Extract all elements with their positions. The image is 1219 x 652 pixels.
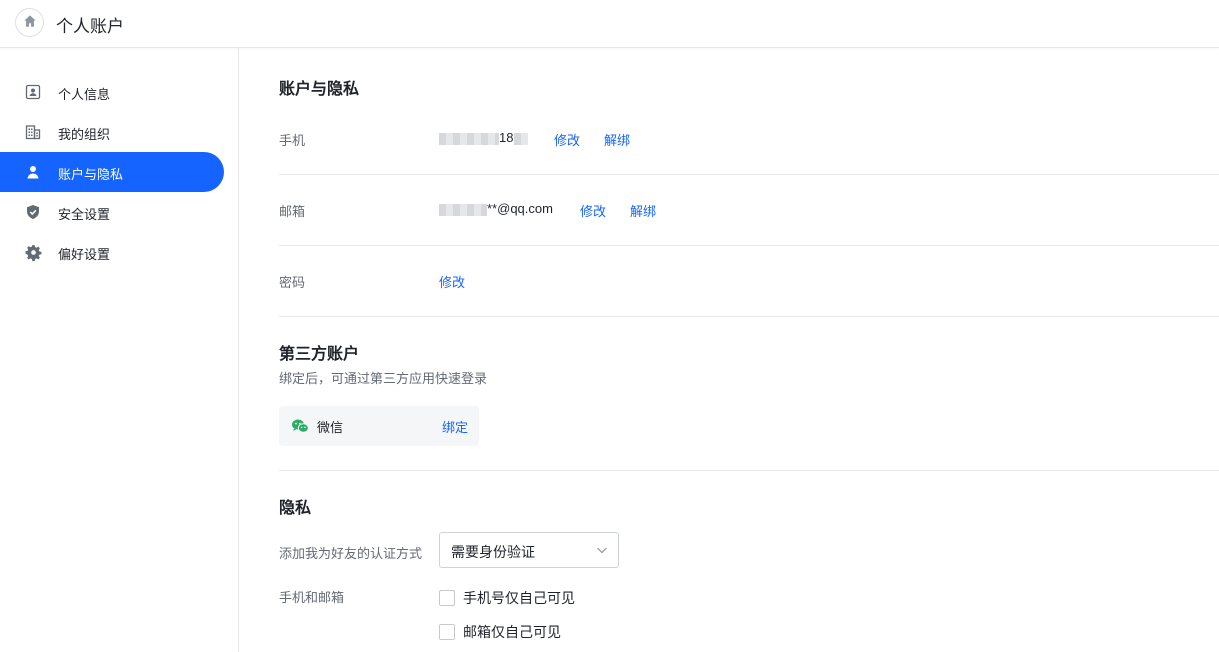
wechat-bind-link[interactable]: 绑定: [442, 417, 468, 436]
third-party-description: 绑定后，可通过第三方应用快速登录: [279, 371, 488, 386]
sidebar-item-label: 账户与隐私: [58, 167, 124, 182]
password-edit-link[interactable]: 修改: [439, 272, 465, 291]
email-label: 邮箱: [279, 204, 306, 219]
id-card-icon: [24, 83, 42, 101]
user-icon: [24, 163, 42, 181]
shield-icon: [24, 203, 42, 221]
section-title-account: 账户与隐私: [279, 81, 360, 98]
sidebar-item-organization[interactable]: 我的组织: [0, 112, 224, 152]
visibility-label: 手机和邮箱: [279, 590, 345, 605]
masked-email: [439, 203, 487, 216]
email-visibility-checkbox[interactable]: [439, 624, 455, 640]
wechat-label: 微信: [317, 420, 344, 435]
page-title: 个人账户: [56, 17, 124, 36]
friend-method-label: 添加我为好友的认证方式: [279, 546, 423, 561]
home-icon: [23, 14, 37, 31]
wechat-icon: [291, 418, 309, 437]
building-icon: [24, 123, 42, 141]
wechat-card: 微信 绑定: [279, 406, 479, 446]
checkbox-label: 手机号仅自己可见: [463, 590, 575, 606]
sidebar-item-label: 偏好设置: [58, 247, 111, 262]
email-visibility-option[interactable]: 邮箱仅自己可见: [439, 622, 561, 642]
email-edit-link[interactable]: 修改: [580, 201, 606, 220]
divider: [279, 316, 1219, 317]
masked-digits: [439, 132, 499, 145]
divider: [279, 470, 1219, 471]
sidebar-item-security[interactable]: 安全设置: [0, 192, 224, 232]
divider: [279, 174, 1219, 175]
gear-icon: [24, 243, 42, 261]
phone-value: 18: [439, 130, 529, 145]
phone-edit-link[interactable]: 修改: [554, 130, 580, 149]
sidebar-item-profile[interactable]: 个人信息: [0, 72, 224, 112]
masked-digits: [514, 132, 529, 145]
email-unbind-link[interactable]: 解绑: [630, 201, 656, 220]
main-content: 账户与隐私 手机 18 修改 解绑 邮箱 **@qq.com 修改 解绑 密码 …: [239, 48, 1219, 652]
sidebar-item-account-privacy[interactable]: 账户与隐私: [0, 152, 224, 192]
chevron-down-icon: [596, 544, 608, 559]
section-title-privacy: 隐私: [279, 500, 312, 517]
sidebar-item-label: 安全设置: [58, 207, 111, 222]
phone-visibility-checkbox[interactable]: [439, 590, 455, 606]
divider: [279, 245, 1219, 246]
phone-unbind-link[interactable]: 解绑: [604, 130, 630, 149]
sidebar-item-label: 我的组织: [58, 127, 111, 142]
password-label: 密码: [279, 275, 306, 290]
email-value: **@qq.com: [439, 201, 553, 216]
top-bar: 个人账户: [0, 0, 1219, 48]
home-button[interactable]: [15, 8, 44, 37]
sidebar-item-preferences[interactable]: 偏好设置: [0, 232, 224, 272]
phone-label: 手机: [279, 133, 306, 148]
friend-method-select[interactable]: 需要身份验证: [439, 532, 619, 568]
section-title-third-party: 第三方账户: [279, 346, 360, 363]
sidebar: 个人信息 我的组织 账户与隐私 安全设置 偏好设置: [0, 48, 239, 652]
select-value: 需要身份验证: [451, 544, 535, 560]
sidebar-item-label: 个人信息: [58, 87, 111, 102]
checkbox-label: 邮箱仅自己可见: [463, 624, 561, 640]
phone-visibility-option[interactable]: 手机号仅自己可见: [439, 588, 575, 608]
